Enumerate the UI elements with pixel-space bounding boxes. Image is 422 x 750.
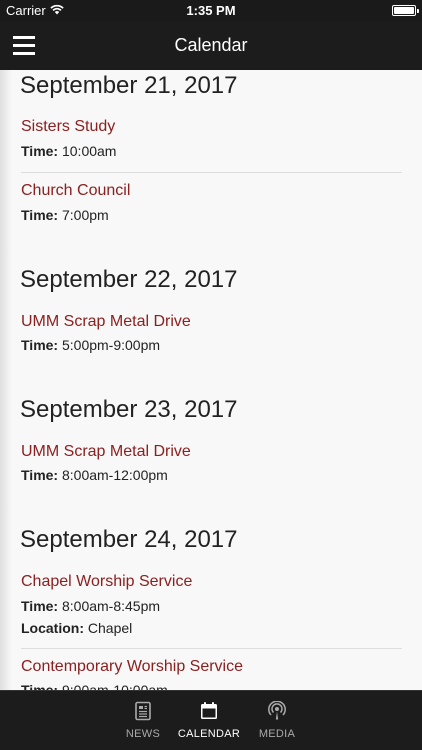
time-label: Time: <box>21 598 59 614</box>
event-time: Time: 10:00am <box>21 143 116 159</box>
time-value: 5:00pm-9:00pm <box>61 337 161 353</box>
time-label: Time: <box>21 682 59 690</box>
event-title[interactable]: Church Council <box>21 182 130 200</box>
event-title[interactable]: UMM Scrap Metal Drive <box>21 443 191 461</box>
location-value: Chapel <box>87 620 133 636</box>
location-label: Location: <box>21 620 84 636</box>
divider <box>21 648 402 649</box>
event-title[interactable]: Chapel Worship Service <box>21 573 192 591</box>
page-title: Calendar <box>174 35 248 55</box>
event-title[interactable]: Contemporary Worship Service <box>21 658 243 676</box>
event-time: Time: 8:00am-8:45pm <box>21 598 160 614</box>
day-header: September 23, 2017 <box>20 396 238 423</box>
event-time: Time: 5:00pm-9:00pm <box>21 337 160 353</box>
event-location: Location: Chapel <box>21 620 132 636</box>
time-value: 8:00am-12:00pm <box>61 467 168 483</box>
tab-bar: NEWS CALENDAR MEDIA <box>0 690 422 750</box>
divider <box>21 172 402 173</box>
podcast-icon <box>268 701 286 720</box>
calendar-icon <box>201 702 217 719</box>
event-time: Time: 7:00pm <box>21 207 109 223</box>
event-time: Time: 9:00am-10:00am <box>21 682 168 690</box>
event-time: Time: 8:00am-12:00pm <box>21 467 168 483</box>
tab-media[interactable]: MEDIA <box>242 691 312 750</box>
time-value: 7:00pm <box>61 207 109 223</box>
time-label: Time: <box>21 143 59 159</box>
nav-bar: Calendar <box>0 22 422 70</box>
time-label: Time: <box>21 207 59 223</box>
day-header: September 22, 2017 <box>20 266 238 293</box>
status-time: 1:35 PM <box>186 3 236 18</box>
tab-news-label: NEWS <box>125 728 161 740</box>
day-header: September 24, 2017 <box>20 526 238 553</box>
tab-calendar-label: CALENDAR <box>177 728 241 740</box>
event-title[interactable]: UMM Scrap Metal Drive <box>21 313 191 331</box>
news-icon <box>135 701 151 721</box>
status-bar: Carrier 1:35 PM <box>0 0 422 22</box>
time-label: Time: <box>21 467 59 483</box>
time-label: Time: <box>21 337 59 353</box>
time-value: 10:00am <box>61 143 117 159</box>
day-header: September 21, 2017 <box>20 72 238 99</box>
tab-media-label: MEDIA <box>258 728 296 740</box>
tab-calendar[interactable]: CALENDAR <box>174 691 244 750</box>
time-value: 9:00am-10:00am <box>61 682 168 690</box>
tab-news[interactable]: NEWS <box>108 691 178 750</box>
event-title[interactable]: Sisters Study <box>21 118 115 136</box>
time-value: 8:00am-8:45pm <box>61 598 161 614</box>
battery-icon <box>392 5 419 16</box>
calendar-list[interactable]: September 21, 2017 Sisters Study Time: 1… <box>0 70 422 690</box>
